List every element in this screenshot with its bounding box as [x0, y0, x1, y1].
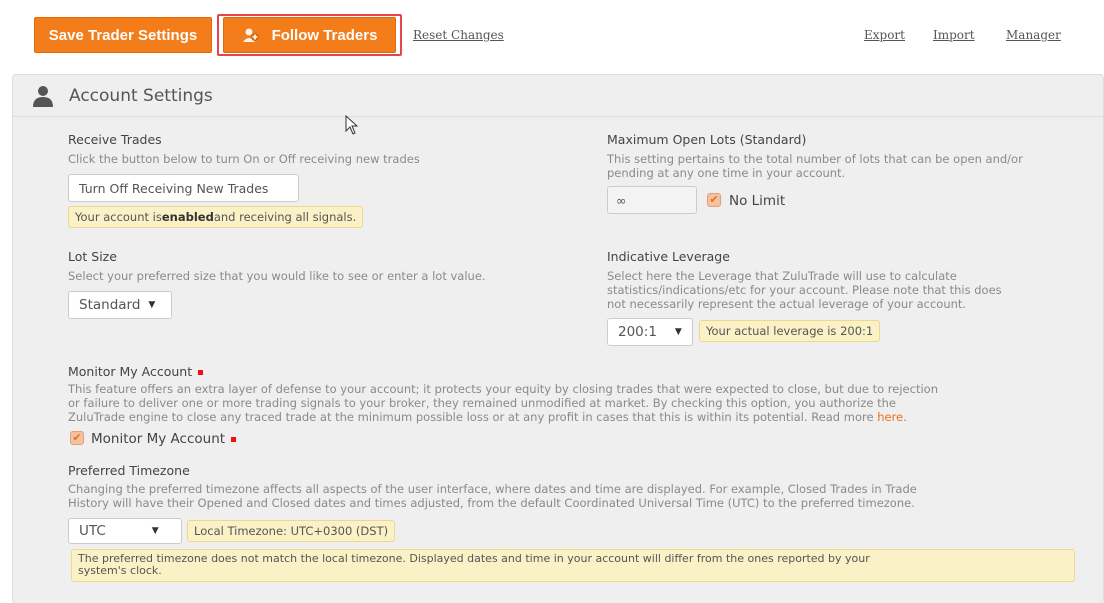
chevron-down-icon: ▼	[674, 327, 682, 337]
follow-traders-label: Follow Traders	[271, 26, 378, 44]
chevron-down-icon: ▼	[148, 300, 156, 310]
account-settings-panel: Account Settings Receive Trades Click th…	[12, 74, 1104, 603]
reset-changes-link[interactable]: Reset Changes	[413, 28, 504, 42]
panel-header: Account Settings	[13, 75, 1103, 117]
local-timezone-note: Local Timezone: UTC+0300 (DST)	[187, 520, 396, 542]
monitor-label-text: Monitor My Account	[68, 364, 193, 379]
lot-size-select[interactable]: Standard ▼	[68, 291, 172, 319]
timezone-label: Preferred Timezone	[68, 463, 190, 478]
max-lots-input[interactable]: ∞	[607, 186, 697, 214]
timezone-warning: The preferred timezone does not match th…	[71, 549, 1075, 582]
receive-trades-label: Receive Trades	[68, 132, 162, 147]
lot-size-value: Standard	[79, 297, 141, 313]
timezone-warning-2: system's clock.	[78, 564, 162, 577]
panel-title: Account Settings	[69, 85, 213, 106]
monitor-desc-3-end: .	[903, 410, 907, 424]
required-marker	[198, 370, 204, 375]
monitor-desc-2: or failure to deliver one or more tradin…	[68, 396, 896, 410]
note-text-pre: Your account is	[75, 210, 162, 224]
timezone-value: UTC	[79, 523, 106, 539]
leverage-desc-3: not necessarily represent the actual lev…	[607, 297, 967, 311]
leverage-desc-1: Select here the Leverage that ZuluTrade …	[607, 269, 957, 283]
monitor-checkbox-text: Monitor My Account	[91, 431, 226, 447]
read-more-link[interactable]: here	[877, 410, 903, 424]
monitor-desc-1: This feature offers an extra layer of de…	[68, 382, 938, 396]
max-lots-desc-2: pending at any one time in your account.	[607, 166, 846, 180]
monitor-desc-3-text: ZuluTrade engine to close any traced tra…	[68, 410, 878, 424]
leverage-select[interactable]: 200:1 ▼	[607, 318, 693, 346]
receive-trades-desc: Click the button below to turn On or Off…	[68, 152, 420, 166]
user-icon	[33, 85, 53, 107]
note-text-bold: enabled	[161, 210, 214, 224]
leverage-value: 200:1	[618, 324, 657, 340]
timezone-select[interactable]: UTC ▼	[68, 518, 182, 544]
timezone-warning-1: The preferred timezone does not match th…	[78, 552, 870, 565]
import-link[interactable]: Import	[933, 28, 975, 42]
chevron-down-icon: ▼	[151, 526, 159, 536]
lot-size-label: Lot Size	[68, 249, 117, 264]
manager-link[interactable]: Manager	[1006, 28, 1061, 42]
leverage-note: Your actual leverage is 200:1	[699, 320, 881, 342]
lot-size-desc: Select your preferred size that you woul…	[68, 269, 486, 283]
monitor-label: Monitor My Account	[68, 364, 204, 379]
toolbar: Save Trader Settings Follow Traders Rese…	[0, 0, 1104, 70]
max-lots-desc-1: This setting pertains to the total numbe…	[607, 152, 1023, 166]
no-limit-label: No Limit	[729, 193, 786, 209]
required-marker	[231, 436, 237, 442]
timezone-desc-1: Changing the preferred timezone affects …	[68, 482, 917, 496]
user-add-icon	[242, 28, 259, 42]
leverage-label: Indicative Leverage	[607, 249, 730, 264]
mouse-cursor-icon	[345, 115, 359, 135]
follow-traders-button[interactable]: Follow Traders	[223, 17, 396, 53]
monitor-checkbox-label: Monitor My Account	[91, 431, 237, 447]
monitor-checkbox[interactable]: ✔	[70, 431, 84, 445]
turn-off-receiving-button[interactable]: Turn Off Receiving New Trades	[68, 174, 299, 202]
max-lots-label: Maximum Open Lots (Standard)	[607, 132, 807, 147]
export-link[interactable]: Export	[864, 28, 905, 42]
note-text-post: and receiving all signals.	[213, 210, 357, 224]
timezone-desc-2: History will have their Opened and Close…	[68, 496, 915, 510]
leverage-desc-2: statistics/indications/etc for your acco…	[607, 283, 1002, 297]
receive-status-note: Your account is enabled and receiving al…	[68, 206, 364, 228]
monitor-desc-3: ZuluTrade engine to close any traced tra…	[68, 410, 907, 424]
save-trader-settings-button[interactable]: Save Trader Settings	[34, 17, 212, 53]
no-limit-checkbox[interactable]: ✔	[707, 193, 721, 207]
